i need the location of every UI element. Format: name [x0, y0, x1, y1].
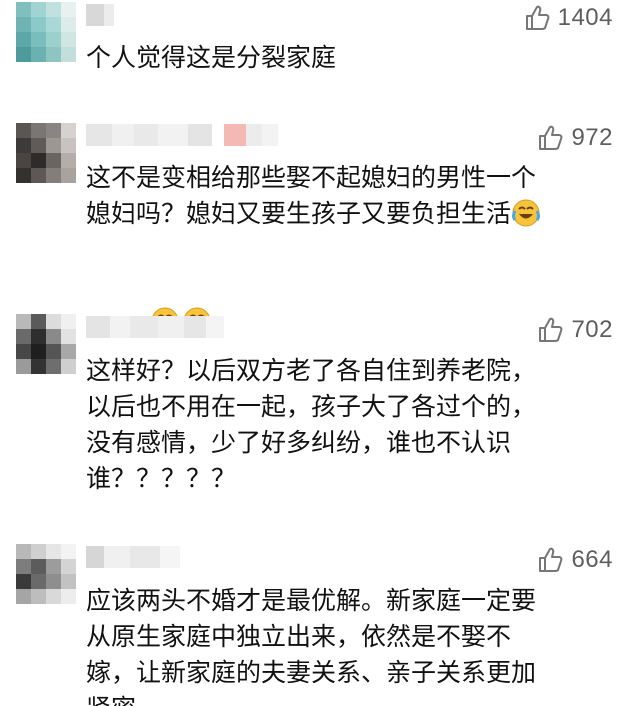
like-button[interactable]: 702: [537, 315, 613, 345]
like-button[interactable]: 972: [537, 123, 613, 153]
avatar[interactable]: [16, 123, 76, 183]
thumbs-up-icon: [539, 547, 563, 572]
username-blurred[interactable]: [86, 316, 224, 338]
username-blurred[interactable]: [86, 4, 114, 26]
username-blurred[interactable]: [86, 124, 278, 146]
comment-item: 664 应该两头不婚才是最优解。新家庭一定要 从原生家庭中独立出来，依然是不娶不…: [0, 530, 621, 706]
like-button[interactable]: 664: [537, 545, 613, 575]
avatar[interactable]: [16, 314, 76, 374]
username-blurred[interactable]: [86, 546, 180, 568]
thumbs-up-icon: [539, 317, 563, 342]
laugh-cry-emoji: [512, 199, 541, 227]
comment-text: 个人觉得这是分裂家庭: [86, 43, 337, 72]
like-count: 664: [571, 546, 613, 573]
comment-text: 应该两头不婚才是最优解。新家庭一定要 从原生家庭中独立出来，依然是不娶不 嫁，让…: [86, 586, 537, 706]
like-button[interactable]: 1404: [524, 3, 613, 33]
like-count: 972: [571, 124, 613, 151]
comment-item: 1404 个人觉得这是分裂家庭: [0, 0, 621, 110]
comment-text-body: 这不是变相给那些娶不起媳妇的男性一个 媳妇吗？媳妇又要生孩子又要负担生活: [86, 163, 537, 228]
like-count: 1404: [557, 4, 613, 31]
thumbs-up-icon: [525, 5, 549, 30]
comment-item: 972 这不是变相给那些娶不起媳妇的男性一个 媳妇吗？媳妇又要生孩子又要负担生活: [0, 110, 621, 335]
comment-text: 这样好？以后双方老了各自住到养老院， 以后也不用在一起，孩子大了各过个的， 没有…: [86, 356, 537, 493]
emoji-row: [86, 268, 596, 335]
avatar[interactable]: [16, 2, 76, 62]
comment-feed: 1404 个人觉得这是分裂家庭 972 这不是变相给那些娶不起媳妇的男性一个 媳…: [0, 0, 621, 706]
thumbs-up-icon: [539, 125, 563, 150]
like-count: 702: [571, 316, 613, 343]
avatar[interactable]: [16, 544, 76, 604]
comment-item: 702 这样好？以后双方老了各自住到养老院， 以后也不用在一起，孩子大了各过个的…: [0, 300, 621, 520]
